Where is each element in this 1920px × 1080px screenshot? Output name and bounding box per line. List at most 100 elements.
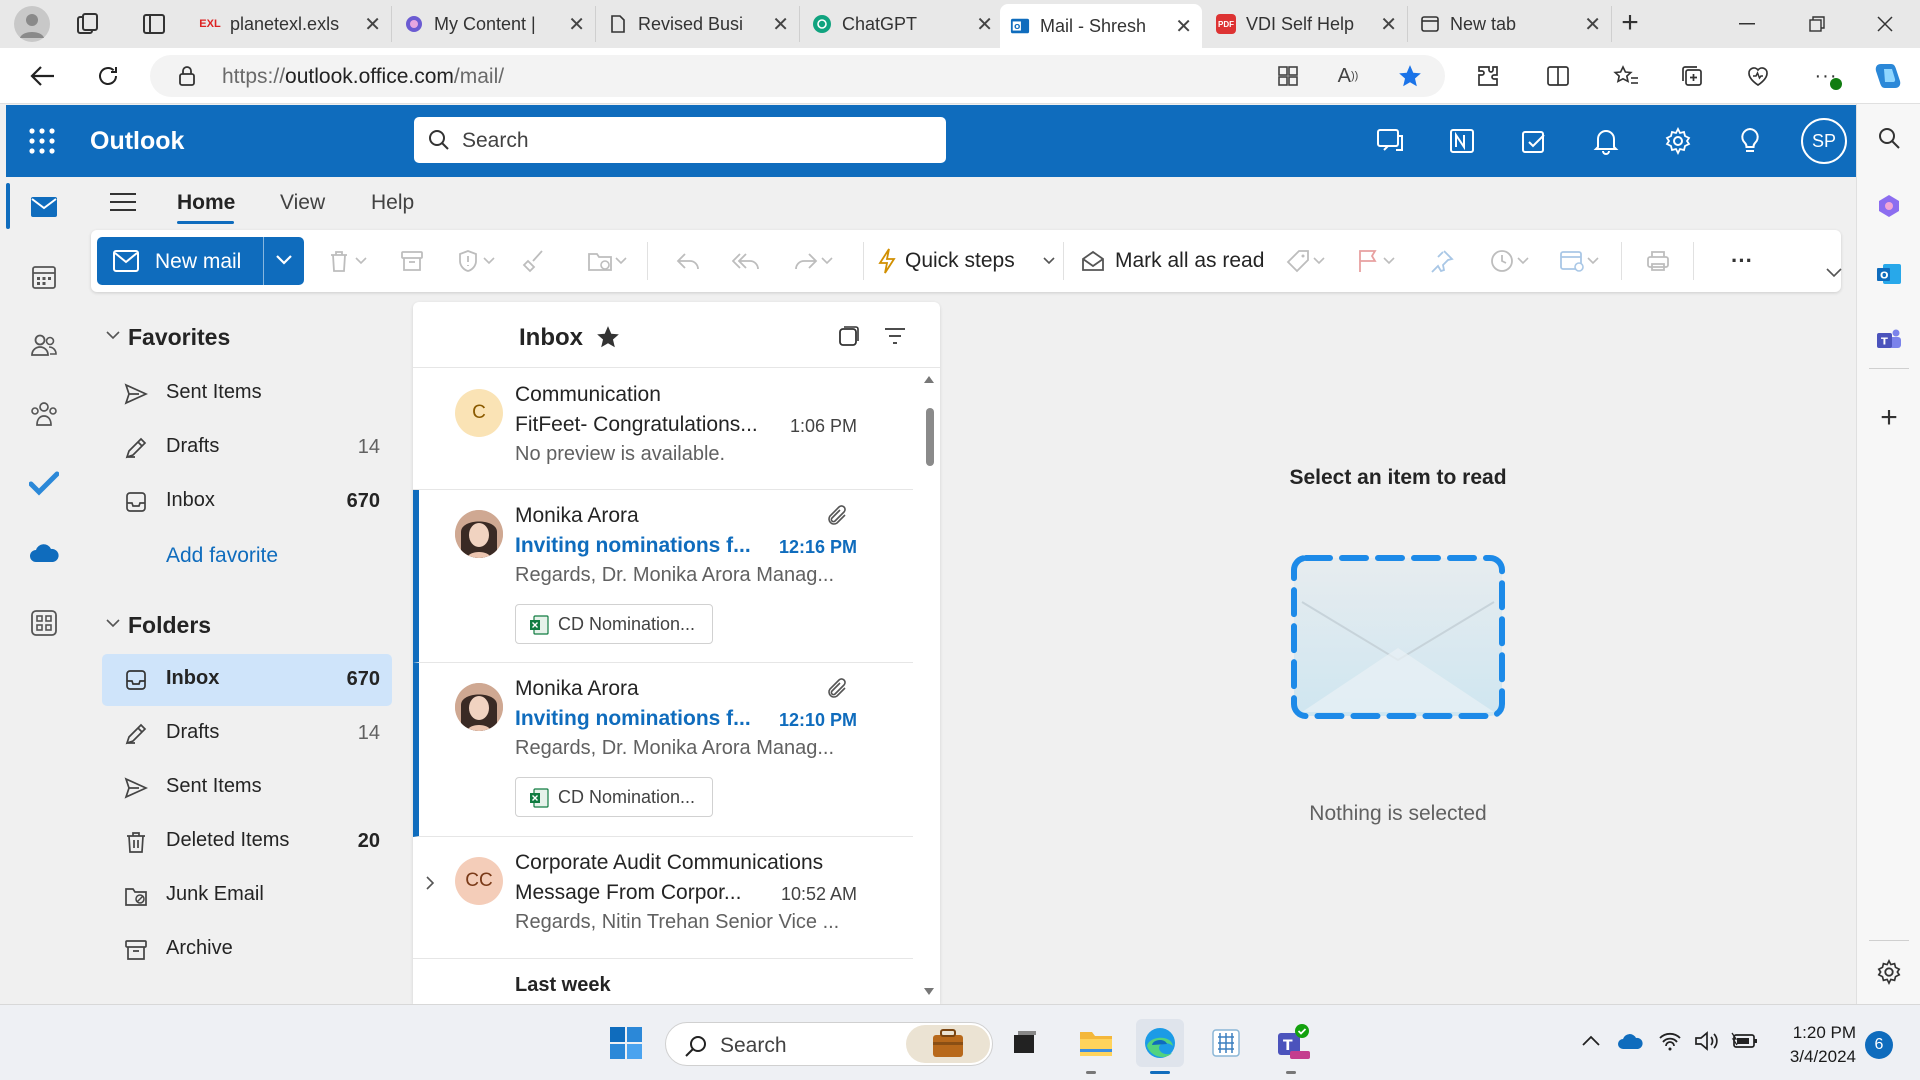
scroll-up-icon[interactable] xyxy=(924,376,934,383)
close-tab-icon[interactable]: ✕ xyxy=(364,12,381,37)
calendar-app-icon[interactable] xyxy=(26,259,62,295)
select-messages-icon[interactable] xyxy=(837,324,861,348)
message-list-scrollbar[interactable] xyxy=(918,368,940,1004)
favorite-drafts[interactable]: Drafts 14 xyxy=(102,422,392,474)
report-shield-icon[interactable] xyxy=(453,246,483,276)
chevron-down-icon[interactable] xyxy=(1585,246,1601,276)
more-options-icon[interactable]: ··· xyxy=(1727,246,1757,276)
profile-icon[interactable] xyxy=(14,6,50,42)
my-day-icon[interactable] xyxy=(1514,121,1554,161)
add-favorite-link[interactable]: Add favorite xyxy=(166,544,278,568)
collections-icon[interactable] xyxy=(1672,56,1712,96)
sidebar-settings-gear-icon[interactable] xyxy=(1871,954,1907,990)
folder-drafts[interactable]: Drafts 14 xyxy=(102,708,392,760)
onedrive-app-icon[interactable] xyxy=(26,535,62,571)
chevron-down-icon[interactable] xyxy=(613,246,629,276)
filter-icon[interactable] xyxy=(883,326,907,346)
show-hidden-icons-chevron-icon[interactable] xyxy=(1582,1035,1600,1047)
onedrive-tray-icon[interactable] xyxy=(1616,1031,1644,1051)
browser-tab-vdi[interactable]: PDF VDI Self Help ✕ xyxy=(1206,6,1408,42)
tab-home[interactable]: Home xyxy=(177,191,235,215)
browser-tab-chatgpt[interactable]: ChatGPT ✕ xyxy=(802,6,1004,42)
volume-icon[interactable] xyxy=(1694,1031,1720,1051)
chevron-down-icon[interactable] xyxy=(353,246,369,276)
copilot-sidebar-icon[interactable] xyxy=(1871,188,1907,224)
back-arrow-icon[interactable] xyxy=(22,56,62,96)
message-item[interactable]: C Communication FitFeet- Congratulations… xyxy=(413,369,913,490)
print-icon[interactable] xyxy=(1643,246,1673,276)
message-item[interactable]: Monika Arora Inviting nominations f... 1… xyxy=(413,663,913,837)
favorite-star-icon[interactable] xyxy=(595,324,621,350)
folder-junk-email[interactable]: Junk Email xyxy=(102,870,392,922)
snipping-tool-icon[interactable] xyxy=(1202,1019,1250,1067)
tab-help[interactable]: Help xyxy=(371,191,414,215)
forward-icon[interactable] xyxy=(791,246,821,276)
close-tab-icon[interactable]: ✕ xyxy=(568,12,585,37)
taskbar-search-input[interactable]: Search xyxy=(665,1022,993,1066)
restore-window-icon[interactable] xyxy=(1782,0,1852,48)
app-brand[interactable]: Outlook xyxy=(90,127,184,156)
tab-actions-icon[interactable] xyxy=(140,10,168,38)
read-aloud-icon[interactable]: A)) xyxy=(1328,56,1368,96)
extensions-icon[interactable] xyxy=(1468,56,1508,96)
favorites-chevron-icon[interactable] xyxy=(106,330,120,340)
folder-sent-items[interactable]: Sent Items xyxy=(102,762,392,814)
more-apps-icon[interactable] xyxy=(26,605,62,641)
address-bar[interactable]: https://outlook.office.com/mail/ A)) xyxy=(150,55,1445,97)
close-tab-icon[interactable]: ✕ xyxy=(1380,12,1397,37)
app-launcher-icon[interactable] xyxy=(28,127,56,155)
tips-lightbulb-icon[interactable] xyxy=(1730,121,1770,161)
wifi-icon[interactable] xyxy=(1658,1031,1682,1051)
minimize-window-icon[interactable] xyxy=(1712,0,1782,48)
teams-sidebar-icon[interactable]: T xyxy=(1871,322,1907,358)
onenote-icon[interactable] xyxy=(1442,121,1482,161)
outlook-sidebar-icon[interactable]: O xyxy=(1871,256,1907,292)
pin-icon[interactable] xyxy=(1427,246,1457,276)
reply-all-icon[interactable] xyxy=(731,246,761,276)
chevron-down-icon[interactable] xyxy=(1381,246,1397,276)
tag-icon[interactable] xyxy=(1283,246,1313,276)
favorite-inbox[interactable]: Inbox 670 xyxy=(102,476,392,528)
hamburger-menu-icon[interactable] xyxy=(110,191,136,213)
split-screen-icon[interactable] xyxy=(1538,56,1578,96)
flag-icon[interactable] xyxy=(1353,246,1383,276)
folders-chevron-icon[interactable] xyxy=(106,618,120,628)
attachment-chip[interactable]: CD Nomination... xyxy=(515,777,713,817)
new-tab-plus-icon[interactable]: + xyxy=(1614,8,1646,40)
lock-icon[interactable] xyxy=(176,65,198,87)
task-view-icon[interactable] xyxy=(1001,1019,1049,1067)
chevron-down-icon[interactable] xyxy=(1515,246,1531,276)
rules-icon[interactable] xyxy=(1557,246,1587,276)
teams-new-icon[interactable]: T xyxy=(1268,1019,1316,1067)
favorites-list-icon[interactable] xyxy=(1606,56,1646,96)
notification-count-badge[interactable]: 6 xyxy=(1865,1031,1893,1059)
browser-tab-planetexl[interactable]: EXL planetexl.exls ✕ xyxy=(190,6,392,42)
attachment-chip[interactable]: CD Nomination... xyxy=(515,604,713,644)
favorites-heading[interactable]: Favorites xyxy=(128,324,230,351)
sweep-broom-icon[interactable] xyxy=(519,246,549,276)
chevron-down-icon[interactable] xyxy=(481,246,497,276)
favorite-sent-items[interactable]: Sent Items xyxy=(102,368,392,420)
favorite-star-icon[interactable] xyxy=(1390,56,1430,96)
todo-app-icon[interactable] xyxy=(26,465,62,501)
browser-tab-my-content[interactable]: My Content | ✕ xyxy=(394,6,596,42)
close-tab-icon[interactable]: ✕ xyxy=(976,12,993,37)
close-tab-icon[interactable]: ✕ xyxy=(1175,14,1192,39)
folders-heading[interactable]: Folders xyxy=(128,612,211,639)
mail-search-input[interactable]: Search xyxy=(414,117,946,163)
scrollbar-thumb[interactable] xyxy=(926,408,934,466)
folder-inbox[interactable]: Inbox 670 xyxy=(102,654,392,706)
windows-start-icon[interactable] xyxy=(602,1019,650,1067)
snooze-clock-icon[interactable] xyxy=(1487,246,1517,276)
browser-essentials-icon[interactable] xyxy=(1738,56,1778,96)
app-available-icon[interactable] xyxy=(1268,56,1308,96)
workspaces-icon[interactable] xyxy=(74,10,102,38)
edge-browser-icon[interactable] xyxy=(1136,1019,1184,1067)
tab-view[interactable]: View xyxy=(280,191,325,215)
browser-tab-new[interactable]: New tab ✕ xyxy=(1410,6,1612,42)
reply-icon[interactable] xyxy=(673,246,703,276)
message-item[interactable]: CC Corporate Audit Communications Messag… xyxy=(413,837,913,959)
close-window-icon[interactable] xyxy=(1850,0,1920,48)
chevron-down-icon[interactable] xyxy=(275,253,293,267)
folder-deleted-items[interactable]: Deleted Items 20 xyxy=(102,816,392,868)
